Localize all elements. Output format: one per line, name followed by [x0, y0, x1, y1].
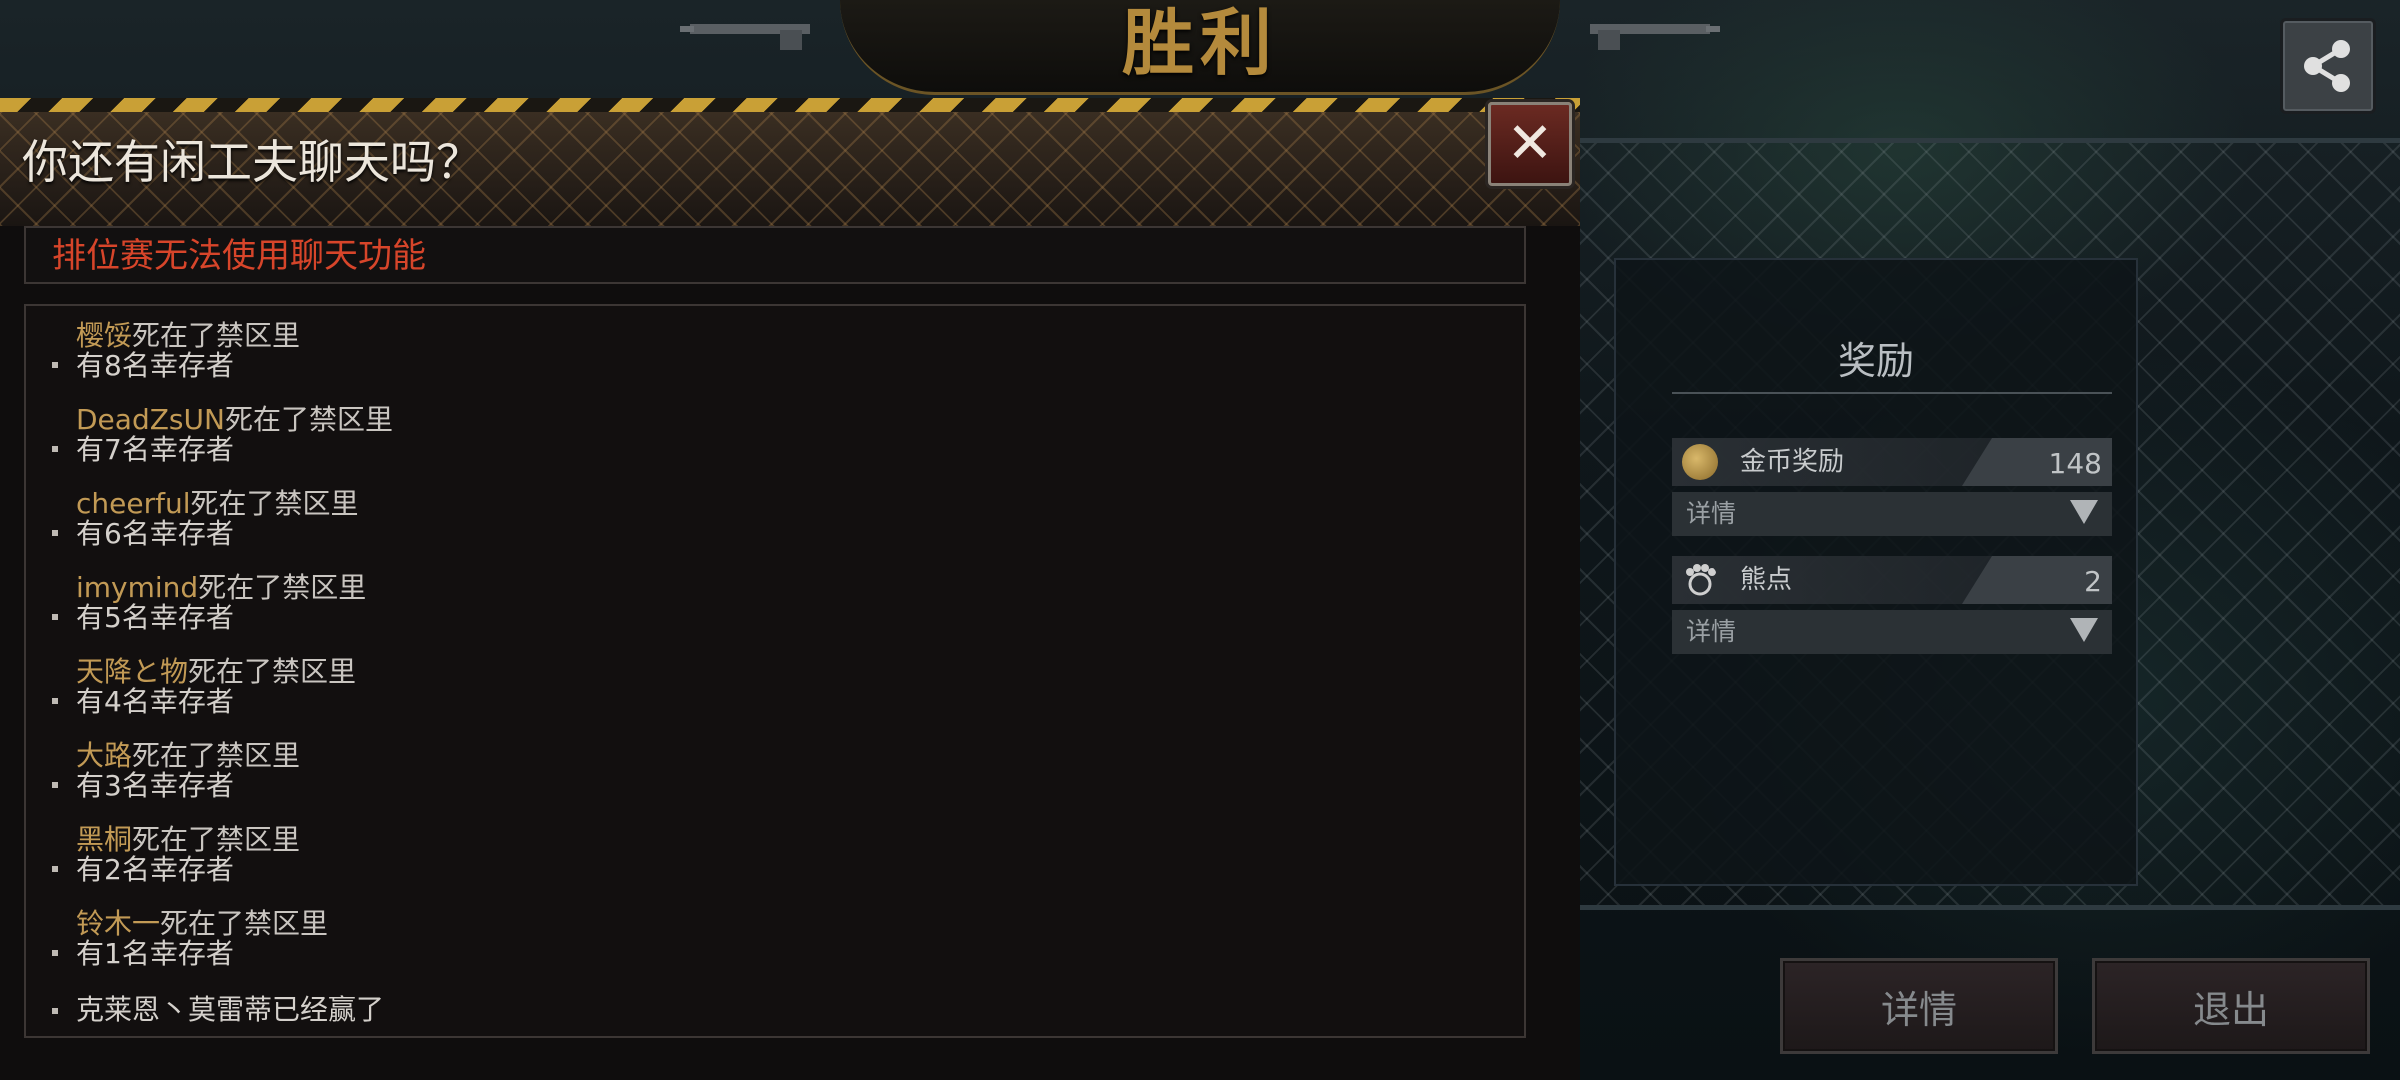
hazard-stripe: [0, 98, 1580, 112]
reward-label: 金币奖励: [1740, 447, 1845, 477]
reward-value: 148: [2048, 447, 2102, 480]
reward-row-gold: 金币奖励 148: [1672, 438, 2112, 486]
dialog-title: 你还有闲工夫聊天吗？: [22, 135, 482, 189]
gold-coin-icon: [1682, 444, 1718, 480]
reward-label: 熊点: [1740, 565, 1793, 595]
player-name: 黑桐: [76, 823, 133, 856]
bullet-icon: [52, 614, 58, 620]
reward-panel: 奖励 金币奖励 148 详情 熊点 2 详情: [1614, 258, 2138, 886]
chevron-down-icon: [2070, 618, 2098, 642]
bullet-icon: [52, 362, 58, 368]
player-name: imymind: [76, 571, 199, 604]
reward-divider: [1672, 392, 2112, 394]
reward-row-bear-points: 熊点 2: [1672, 556, 2112, 604]
death-text: 死在了禁区里: [160, 907, 329, 940]
death-text: 死在了禁区里: [190, 487, 359, 520]
detail-button-label: 详情: [1880, 987, 1957, 1032]
death-text: 死在了禁区里: [188, 655, 357, 688]
player-name: cheerful: [76, 487, 191, 520]
detail-button[interactable]: 详情: [1780, 958, 2058, 1054]
battle-log[interactable]: 樱馁死在了禁区里 有8名幸存者 DeadZsUN死在了禁区里 有7名幸存者 ch…: [24, 304, 1526, 1038]
survivor-count: 有7名幸存者: [76, 433, 234, 466]
player-name: DeadZsUN: [76, 403, 225, 436]
bullet-icon: [52, 782, 58, 788]
exit-button[interactable]: 退出: [2092, 958, 2370, 1054]
bullet-icon: [52, 530, 58, 536]
death-text: 死在了禁区里: [132, 823, 301, 856]
bear-paw-icon: [1686, 564, 1716, 596]
bullet-icon: [52, 698, 58, 704]
player-name: 天降と物: [76, 655, 189, 688]
survivor-count: 有6名幸存者: [76, 517, 234, 550]
crossed-guns-icon: [680, 24, 810, 50]
bullet-icon: [52, 866, 58, 872]
bullet-icon: [52, 446, 58, 452]
bear-points-detail-dropdown[interactable]: 详情: [1672, 610, 2112, 654]
death-text: 死在了禁区里: [224, 403, 393, 436]
winner-message: 克莱恩丶莫雷蒂已经赢了: [76, 993, 385, 1026]
dialog-header: 你还有闲工夫聊天吗？: [0, 112, 1580, 226]
detail-label: 详情: [1686, 499, 1737, 528]
death-text: 死在了禁区里: [198, 571, 367, 604]
player-name: 樱馁: [76, 319, 133, 352]
detail-label: 详情: [1686, 617, 1737, 646]
player-name: 铃木一: [76, 907, 161, 940]
exit-button-label: 退出: [2192, 987, 2269, 1032]
share-button[interactable]: [2280, 18, 2376, 114]
close-button[interactable]: ✕: [1488, 102, 1572, 186]
victory-banner: 胜利: [840, 0, 1560, 95]
survivor-count: 有3名幸存者: [76, 769, 234, 802]
chevron-down-icon: [2070, 500, 2098, 524]
chat-disabled-notice: 排位赛无法使用聊天功能: [24, 226, 1526, 284]
bullet-icon: [52, 1008, 58, 1014]
share-icon: [2304, 40, 2350, 92]
notice-text: 排位赛无法使用聊天功能: [52, 236, 426, 276]
survivor-count: 有4名幸存者: [76, 685, 234, 718]
death-text: 死在了禁区里: [132, 319, 301, 352]
bullet-icon: [52, 950, 58, 956]
chat-dialog: 你还有闲工夫聊天吗？ ✕ 排位赛无法使用聊天功能 樱馁死在了禁区里 有8名幸存者…: [0, 98, 1580, 1080]
fence-rail-top: [1580, 138, 2400, 143]
survivor-count: 有1名幸存者: [76, 937, 234, 970]
player-name: 大路: [76, 739, 133, 772]
gold-detail-dropdown[interactable]: 详情: [1672, 492, 2112, 536]
death-text: 死在了禁区里: [132, 739, 301, 772]
survivor-count: 有8名幸存者: [76, 349, 234, 382]
reward-value: 2: [2084, 565, 2102, 598]
survivor-count: 有5名幸存者: [76, 601, 234, 634]
fence-rail-bottom: [1580, 905, 2400, 910]
victory-title: 胜利: [1121, 0, 1278, 85]
survivor-count: 有2名幸存者: [76, 853, 234, 886]
crossed-guns-icon: [1590, 24, 1720, 50]
close-icon: ✕: [1506, 111, 1554, 176]
reward-title: 奖励: [1837, 339, 1914, 383]
